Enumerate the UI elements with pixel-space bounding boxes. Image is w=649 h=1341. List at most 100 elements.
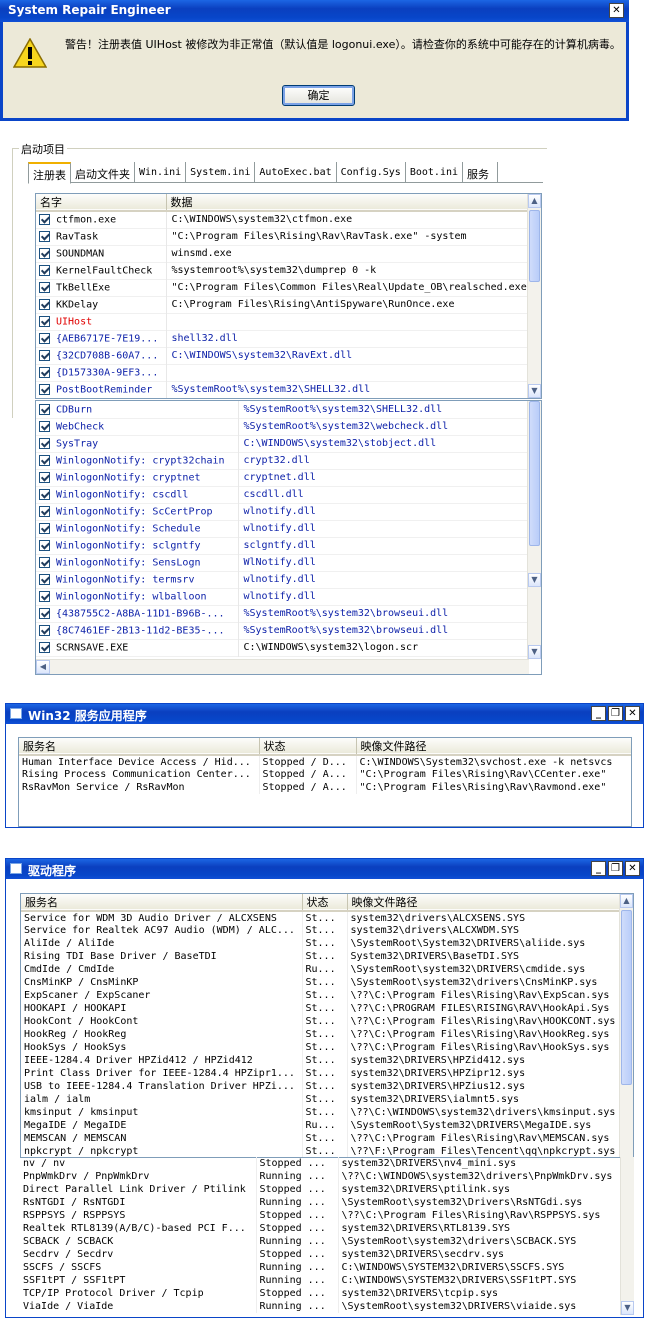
table-row[interactable]: MegaIDE / MegaIDE Ru... \SystemRoot\System… (21, 1119, 622, 1132)
scroll-left-icon[interactable]: ◀ (36, 660, 50, 674)
table-row[interactable]: HookCont / HookCont St... \??\C:\Program F… (21, 1015, 622, 1028)
checkbox[interactable] (39, 590, 50, 602)
restore-icon[interactable]: ❐ (608, 706, 623, 721)
drivers-list-scrollbar[interactable]: ▲ (619, 894, 633, 1157)
table-row[interactable]: Direct Parallel Link Driver / Ptilink Sto… (20, 1183, 621, 1196)
list-item[interactable]: WinlogonNotify: cryptnet cryptnet.dll (36, 469, 529, 486)
scroll-up-icon[interactable]: ▲ (620, 894, 633, 908)
close-icon[interactable]: ✕ (625, 706, 640, 721)
scroll-down-icon[interactable]: ▼ (621, 1301, 634, 1315)
table-row[interactable]: kmsinput / kmsinput St... \??\C:\WINDOWS\s… (21, 1106, 622, 1119)
table-row[interactable]: Service for WDM 3D Audio Driver / ALCXSE… (21, 911, 622, 924)
checkbox[interactable] (39, 298, 50, 310)
services-title-bar[interactable]: Win32 服务应用程序 _ ❐ ✕ (6, 704, 643, 724)
checkbox[interactable] (39, 471, 50, 483)
list-item[interactable]: WinlogonNotify: cscdll cscdll.dll (36, 486, 529, 503)
table-row[interactable]: PnpWmkDrv / PnpWmkDrv Running ... \??\C:\W… (20, 1170, 621, 1183)
list-item[interactable]: CDBurn %SystemRoot%\system32\SHELL32.dll (36, 401, 529, 418)
checkbox[interactable] (39, 454, 50, 466)
minimize-icon[interactable]: _ (591, 861, 606, 876)
startup-list-2-scrollbar[interactable]: ▼ ▼ (527, 401, 541, 659)
list-item[interactable]: KernelFaultCheck %systemroot%\system32\du… (36, 262, 529, 279)
tab-services[interactable]: 服务 (463, 162, 499, 182)
table-row[interactable]: nv / nv Stopped ... system32\DRIVERS\nv4_m… (20, 1157, 621, 1170)
table-row[interactable]: CnsMinKP / CnsMinKP St... \SystemRoot\syst… (21, 976, 622, 989)
checkbox[interactable] (39, 488, 50, 500)
tab-registry[interactable]: 注册表 (28, 162, 71, 184)
list-item[interactable]: {32CD708B-60A7... C:\WINDOWS\system32\Rav… (36, 347, 529, 364)
list-item[interactable]: RavTask "C:\Program Files\Rising\Rav\RavT… (36, 228, 529, 245)
table-row[interactable]: TCP/IP Protocol Driver / Tcpip Stopped ..… (20, 1287, 621, 1300)
column-header-status[interactable]: 状态 (259, 738, 357, 755)
tab-startup-folder[interactable]: 启动文件夹 (71, 162, 135, 182)
table-row[interactable]: SSCFS / SSCFS Running ... C:\WINDOWS\SYSTE… (20, 1261, 621, 1274)
list-item[interactable]: WinlogonNotify: crypt32chain crypt32.dll (36, 452, 529, 469)
list-item[interactable]: ctfmon.exe C:\WINDOWS\system32\ctfmon.exe (36, 211, 529, 228)
checkbox[interactable] (39, 607, 50, 619)
scroll-down-icon[interactable]: ▼ (528, 645, 541, 659)
list-item[interactable]: SysTray C:\WINDOWS\system32\stobject.dll (36, 435, 529, 452)
checkbox[interactable] (39, 556, 50, 568)
scroll-thumb[interactable] (529, 401, 540, 546)
column-header-name[interactable]: 名字 (36, 194, 167, 211)
table-row[interactable]: Realtek RTL8139(A/B/C)-based PCI F... Sto… (20, 1222, 621, 1235)
checkbox[interactable] (39, 641, 50, 653)
list-item[interactable]: {D157330A-9EF3... (36, 364, 529, 381)
checkbox[interactable] (39, 332, 50, 344)
table-row[interactable]: HookReg / HookReg St... \??\C:\Program Fil… (21, 1028, 622, 1041)
checkbox[interactable] (39, 539, 50, 551)
table-row[interactable]: Service for Realtek AC97 Audio (WDM) / A… (21, 924, 622, 937)
list-item[interactable]: WinlogonNotify: termsrv wlnotify.dll (36, 571, 529, 588)
table-row[interactable]: Rising TDI Base Driver / BaseTDI St... Sys… (21, 950, 622, 963)
list-item[interactable]: WinlogonNotify: SensLogn WlNotify.dll (36, 554, 529, 571)
table-row[interactable]: RsRavMon Service / RsRavMon Stopped / A..… (19, 781, 631, 794)
column-header-service-name[interactable]: 服务名 (19, 738, 260, 755)
alert-title-bar[interactable]: System Repair Engineer ✕ (0, 0, 629, 22)
table-row[interactable]: RSPPSYS / RSPPSYS Stopped ... \??\C:\Progr… (20, 1209, 621, 1222)
table-row[interactable]: Rising Process Communication Center... St… (19, 768, 631, 781)
list-item[interactable]: SCRNSAVE.EXE C:\WINDOWS\system32\logon.sc… (36, 639, 529, 656)
minimize-icon[interactable]: _ (591, 706, 606, 721)
table-row[interactable]: Print Class Driver for IEEE-1284.4 HPZip… (21, 1067, 622, 1080)
drivers-list-2-scrollbar[interactable]: ▼ (620, 1157, 634, 1315)
list-item[interactable]: {438755C2-A8BA-11D1-B96B-... %SystemRoot%… (36, 605, 529, 622)
column-header-data[interactable]: 数据 (166, 194, 530, 211)
tab-autoexec[interactable]: AutoExec.bat (255, 162, 337, 182)
table-row[interactable]: USB to IEEE-1284.4 Translation Driver HP… (21, 1080, 622, 1093)
scroll-down-icon[interactable]: ▼ (528, 573, 541, 587)
list-item[interactable]: UIHost (36, 313, 529, 330)
close-icon[interactable]: ✕ (625, 861, 640, 876)
table-row[interactable]: Secdrv / Secdrv Stopped ... system32\DRIVE… (20, 1248, 621, 1261)
scroll-up-icon[interactable]: ▲ (528, 194, 541, 208)
tab-win-ini[interactable]: Win.ini (135, 162, 187, 182)
checkbox[interactable] (39, 247, 50, 259)
startup-list-1-scrollbar[interactable]: ▲ ▼ (527, 194, 541, 398)
checkbox[interactable] (39, 281, 50, 293)
table-row[interactable]: Human Interface Device Access / Hid... St… (19, 755, 631, 768)
checkbox[interactable] (39, 349, 50, 361)
table-row[interactable]: HookSys / HookSys St... \??\C:\Program Fil… (21, 1041, 622, 1054)
restore-icon[interactable]: ❐ (608, 861, 623, 876)
table-row[interactable]: SCBACK / SCBACK Running ... \SystemRoot\sy… (20, 1235, 621, 1248)
tab-config-sys[interactable]: Config.Sys (337, 162, 406, 182)
list-item[interactable]: {AEB6717E-7E19... shell32.dll (36, 330, 529, 347)
scroll-thumb[interactable] (529, 210, 540, 282)
checkbox[interactable] (39, 505, 50, 517)
table-row[interactable]: RsNTGDI / RsNTGDI Running ... \SystemRoot\… (20, 1196, 621, 1209)
checkbox[interactable] (39, 420, 50, 432)
list-item[interactable]: SOUNDMAN winsmd.exe (36, 245, 529, 262)
checkbox[interactable] (39, 383, 50, 395)
table-row[interactable]: MEMSCAN / MEMSCAN St... \??\C:\Program Fil… (21, 1132, 622, 1145)
column-header-service-name[interactable]: 服务名 (21, 894, 303, 911)
list-item[interactable]: {8C7461EF-2B13-11d2-BE35-... %SystemRoot%… (36, 622, 529, 639)
table-row[interactable]: ialm / ialm St... system32\DRIVERS\ialmnt5… (21, 1093, 622, 1106)
tab-boot-ini[interactable]: Boot.ini (406, 162, 464, 182)
list-item[interactable]: WinlogonNotify: ScCertProp wlnotify.dll (36, 503, 529, 520)
checkbox[interactable] (39, 230, 50, 242)
ok-button[interactable]: 确定 (282, 85, 355, 106)
checkbox[interactable] (39, 315, 50, 327)
table-row[interactable]: AliIde / AliIde St... \SystemRoot\System32… (21, 937, 622, 950)
list-item[interactable]: KKDelay C:\Program Files\Rising\AntiSpywa… (36, 296, 529, 313)
list-item[interactable]: WebCheck %SystemRoot%\system32\webcheck.d… (36, 418, 529, 435)
checkbox[interactable] (39, 624, 50, 636)
